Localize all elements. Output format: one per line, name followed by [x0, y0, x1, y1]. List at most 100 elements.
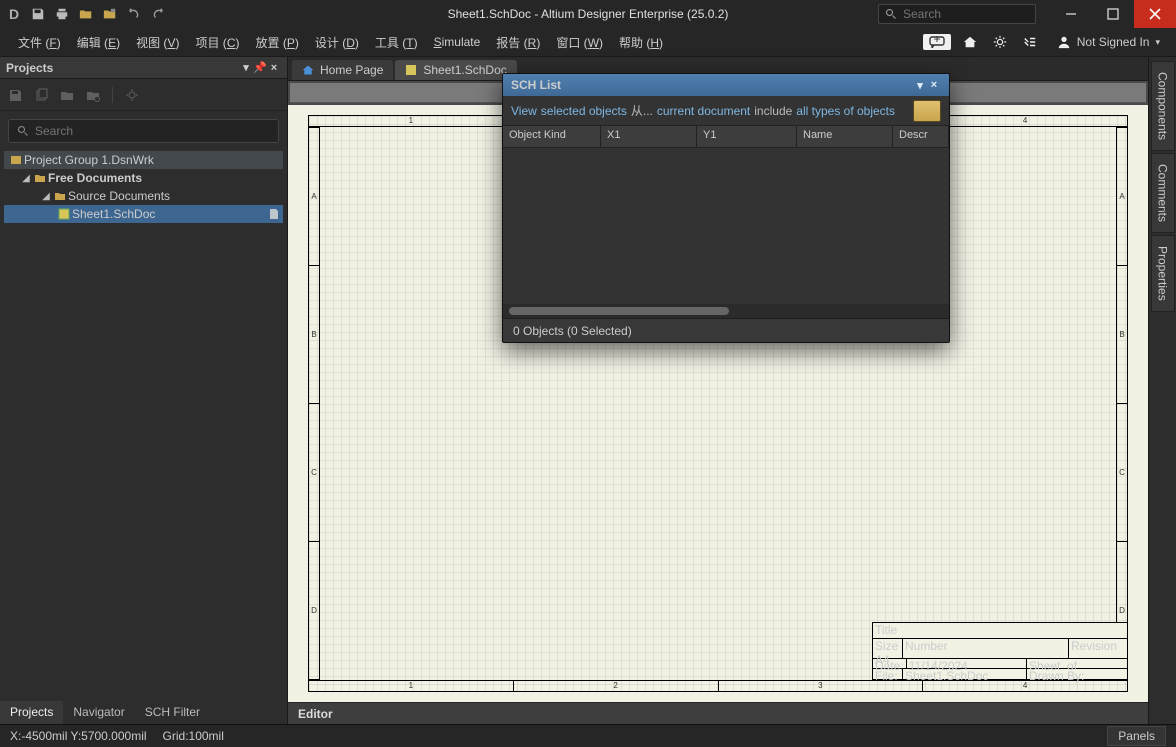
tab-sheet1[interactable]: Sheet1.SchDoc	[395, 60, 516, 80]
print-icon[interactable]	[54, 6, 70, 22]
filter-view-link[interactable]: View	[511, 104, 537, 118]
filter-document-link[interactable]: current document	[657, 104, 750, 118]
search-icon	[17, 125, 29, 137]
document-status-icon	[269, 208, 279, 220]
home-button[interactable]	[959, 32, 981, 52]
global-search[interactable]	[878, 4, 1036, 24]
collapse-icon[interactable]: ◢	[40, 191, 52, 202]
menu-reports[interactable]: 报告 (R)	[490, 30, 546, 55]
tab-home-label: Home Page	[320, 63, 383, 77]
projects-toolbar	[0, 79, 287, 111]
tab-home[interactable]: Home Page	[292, 60, 393, 80]
panel-options-button[interactable]: ▾	[239, 61, 253, 74]
undo-icon[interactable]	[126, 6, 142, 22]
toolbar-save-icon[interactable]	[8, 88, 22, 102]
projects-tree: Project Group 1.DsnWrk ◢ Free Documents …	[0, 149, 287, 701]
tree-root[interactable]: Project Group 1.DsnWrk	[4, 151, 283, 169]
window-close-button[interactable]	[1134, 0, 1176, 28]
title-bar: D Sheet1.SchDoc - Altium Designer Enterp…	[0, 0, 1176, 28]
projects-search[interactable]	[8, 119, 279, 143]
projects-panel-title[interactable]: Projects ▾ 📌 ×	[0, 57, 287, 79]
status-coords: X:-4500mil Y:5700.000mil	[10, 729, 147, 743]
menu-place[interactable]: 放置 (P)	[249, 30, 304, 55]
menu-tools[interactable]: 工具 (T)	[369, 30, 424, 55]
menu-help[interactable]: 帮助 (H)	[613, 30, 669, 55]
menu-simulate[interactable]: Simulate	[428, 31, 487, 53]
sch-list-dropdown-button[interactable]: ▾	[913, 79, 927, 92]
status-bar: X:-4500mil Y:5700.000mil Grid:100mil Pan…	[0, 724, 1176, 747]
panel-close-button[interactable]: ×	[267, 62, 281, 74]
speech-bubble-icon: +	[929, 36, 945, 48]
col-y1[interactable]: Y1	[697, 126, 797, 147]
filter-selected-link[interactable]: selected objects	[541, 104, 627, 118]
scrollbar-thumb[interactable]	[509, 307, 729, 315]
open-project-icon[interactable]	[102, 6, 118, 22]
toolbar-compile-icon[interactable]	[60, 88, 74, 102]
left-pane-tabs: Projects Navigator SCH Filter	[0, 701, 287, 724]
folder-icon	[32, 172, 48, 184]
menu-window[interactable]: 窗口 (W)	[550, 30, 609, 55]
window-maximize-button[interactable]	[1092, 0, 1134, 28]
sch-list-panel[interactable]: SCH List ▾ × View selected objects 从... …	[502, 73, 950, 343]
open-icon[interactable]	[78, 6, 94, 22]
svg-text:+: +	[933, 36, 940, 46]
sch-list-close-button[interactable]: ×	[927, 79, 941, 91]
menu-design[interactable]: 设计 (D)	[309, 30, 365, 55]
global-search-input[interactable]	[903, 7, 1029, 21]
projects-pane: Projects ▾ 📌 × Project Group 1.DsnWrk ◢	[0, 57, 288, 724]
col-name[interactable]: Name	[797, 126, 893, 147]
save-icon[interactable]	[30, 6, 46, 22]
menu-edit[interactable]: 编辑 (E)	[71, 30, 126, 55]
notifications-button[interactable]	[1019, 32, 1041, 52]
sch-list-titlebar[interactable]: SCH List ▾ ×	[503, 74, 949, 96]
redo-icon[interactable]	[150, 6, 166, 22]
left-tab-projects[interactable]: Projects	[0, 701, 63, 724]
editor-bar[interactable]: Editor	[288, 702, 1148, 724]
schematic-doc-icon	[405, 64, 417, 76]
panel-pin-icon[interactable]: 📌	[253, 61, 267, 74]
sch-list-status-text: 0 Objects (0 Selected)	[513, 324, 632, 338]
home-icon	[302, 64, 314, 76]
collapse-icon[interactable]: ◢	[20, 173, 32, 184]
menu-view[interactable]: 视图 (V)	[130, 30, 185, 55]
menu-project[interactable]: 项目 (C)	[189, 30, 245, 55]
col-x1[interactable]: X1	[601, 126, 697, 147]
ruler-right: ABCD	[1116, 127, 1128, 680]
workspace-icon	[8, 154, 24, 166]
feedback-button[interactable]: +	[923, 34, 951, 50]
dock-tab-properties[interactable]: Properties	[1151, 235, 1175, 312]
col-description[interactable]: Descr	[893, 126, 949, 147]
projects-title-text: Projects	[6, 61, 239, 75]
toolbar-settings-icon[interactable]	[125, 88, 139, 102]
filter-types-link[interactable]: all types of objects	[796, 104, 895, 118]
projects-search-input[interactable]	[35, 124, 270, 138]
folder-icon	[52, 190, 68, 202]
dock-tab-comments[interactable]: Comments	[1151, 153, 1175, 233]
left-tab-navigator[interactable]: Navigator	[63, 701, 134, 724]
dock-tab-components[interactable]: Components	[1151, 61, 1175, 151]
filter-from-label: 从...	[631, 102, 653, 119]
signin-button[interactable]: Not Signed In ▾	[1049, 32, 1168, 52]
filter-folder-icon[interactable]	[913, 100, 941, 122]
toolbar-copy-icon[interactable]	[34, 88, 48, 102]
settings-button[interactable]	[989, 32, 1011, 52]
sch-list-hscrollbar[interactable]	[503, 304, 949, 318]
left-tab-schfilter[interactable]: SCH Filter	[135, 701, 210, 724]
sch-list-footer: 0 Objects (0 Selected)	[503, 318, 949, 342]
window-minimize-button[interactable]	[1050, 0, 1092, 28]
sch-list-header[interactable]: Object Kind X1 Y1 Name Descr	[503, 126, 949, 148]
tree-free-documents[interactable]: ◢ Free Documents	[4, 169, 283, 187]
app-logo-icon[interactable]: D	[6, 6, 22, 22]
tab-sheet1-label: Sheet1.SchDoc	[423, 63, 506, 77]
sch-list-title: SCH List	[511, 78, 561, 92]
panels-button[interactable]: Panels	[1107, 726, 1166, 746]
window-title: Sheet1.SchDoc - Altium Designer Enterpri…	[448, 7, 729, 21]
sch-list-body[interactable]	[503, 148, 949, 304]
status-grid: Grid:100mil	[163, 729, 224, 743]
tree-doc-sheet1[interactable]: Sheet1.SchDoc	[4, 205, 283, 223]
tree-source-documents[interactable]: ◢ Source Documents	[4, 187, 283, 205]
col-object-kind[interactable]: Object Kind	[503, 126, 601, 147]
ruler-left: ABCD	[308, 127, 320, 680]
menu-file[interactable]: 文件 (F)	[12, 30, 67, 55]
toolbar-folder-icon[interactable]	[86, 88, 100, 102]
